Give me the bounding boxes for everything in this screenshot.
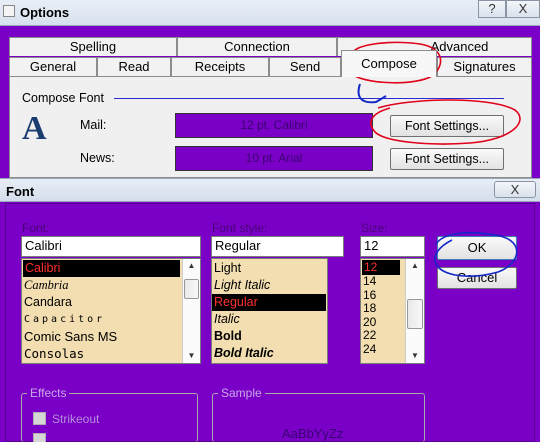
arrow-annotation <box>357 83 387 104</box>
tab-compose[interactable]: Compose <box>341 50 437 77</box>
font-settings-annotation-circle <box>370 99 521 145</box>
annotation-overlay <box>347 41 521 277</box>
ok-annotation-circle <box>434 231 518 277</box>
